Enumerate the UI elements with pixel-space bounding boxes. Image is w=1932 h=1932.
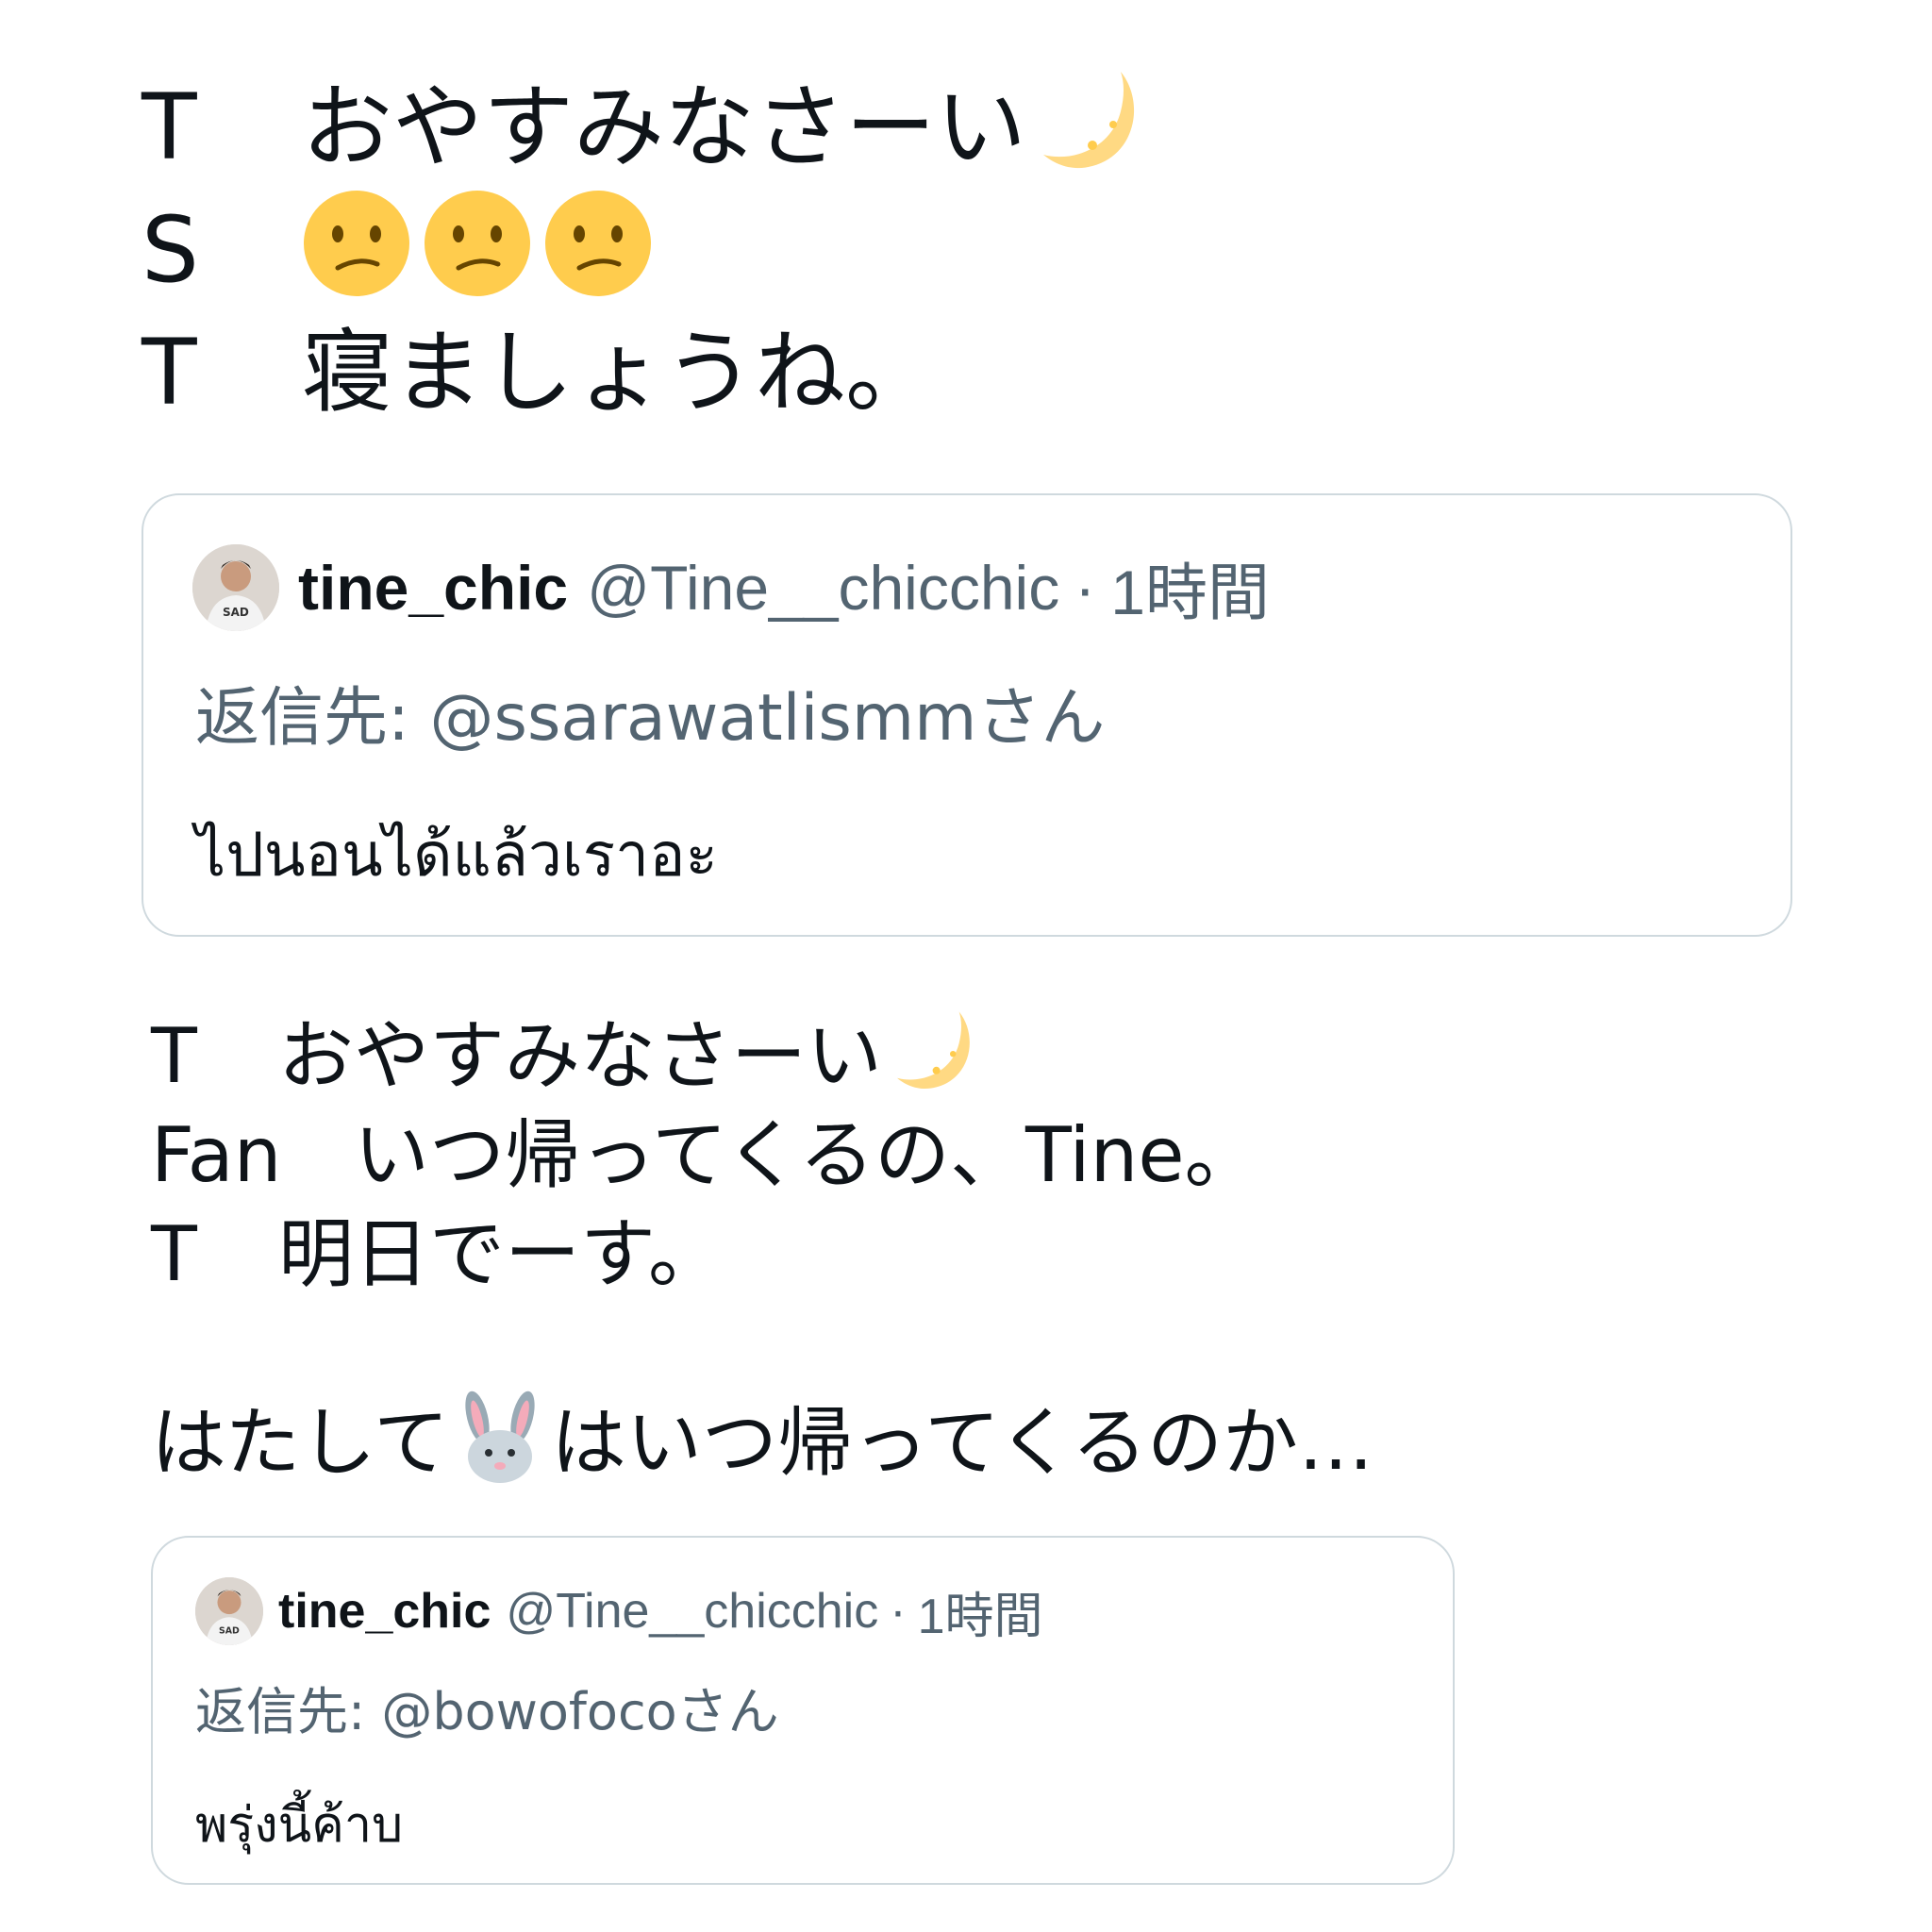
chat-line-2: S: [142, 190, 664, 307]
author-name[interactable]: tine_chic: [298, 552, 568, 624]
quoted-tweet-card[interactable]: SAD tine_chic @Tine__chicchic · 1時間 返信先:…: [142, 493, 1792, 937]
message-text: おやすみなさーい: [302, 75, 1026, 180]
closing-text-after: はいつ帰ってくるのか…: [551, 1399, 1374, 1487]
speaker-label: T: [151, 1210, 197, 1298]
speaker-label: T: [142, 320, 197, 425]
reply-info: 返信先: @bowofocoさん: [195, 1670, 779, 1744]
svg-text:SAD: SAD: [219, 1625, 240, 1636]
reply-info: 返信先: @ssarawatlismmさん: [195, 665, 1105, 758]
message-text: 明日でーす。: [278, 1210, 724, 1298]
speaker-label: T: [151, 1012, 197, 1100]
timestamp[interactable]: 1時間: [918, 1576, 1043, 1647]
closing-text-before: はたして: [151, 1399, 449, 1487]
crescent-moon-icon: [890, 1006, 980, 1108]
timestamp[interactable]: 1時間: [1110, 542, 1270, 633]
reply-prefix: 返信先:: [195, 681, 409, 756]
author-name[interactable]: tine_chic: [278, 1583, 491, 1640]
speaker-label: T: [142, 75, 197, 180]
tweet-body: พรุ่งนี้ค้าบ: [195, 1797, 404, 1854]
svg-text:SAD: SAD: [223, 606, 249, 619]
confused-face-icon: [423, 189, 532, 312]
tweet-header: SAD tine_chic @Tine__chicchic · 1時間: [195, 1575, 1042, 1647]
rabbit-face-icon: [455, 1391, 545, 1497]
reply-to-link[interactable]: @ssarawatlismmさん: [430, 681, 1106, 756]
chat-line-6: T 明日でーす。: [151, 1208, 724, 1302]
chat-line-5: Fan いつ帰ってくるの、Tine。: [151, 1108, 1260, 1203]
message-text: いつ帰ってくるの、Tine。: [354, 1111, 1260, 1199]
chat-line-4: T おやすみなさーい: [151, 1009, 980, 1104]
closing-line: はたして はいつ帰ってくるのか…: [151, 1387, 1374, 1500]
confused-face-icon: [302, 189, 411, 312]
message-text: おやすみなさーい: [278, 1012, 882, 1100]
author-handle[interactable]: @Tine__chicchic: [506, 1583, 878, 1640]
avatar[interactable]: SAD: [195, 1577, 263, 1645]
confused-face-icon: [543, 189, 653, 312]
chat-line-1: T おやすみなさーい: [142, 71, 1147, 180]
speaker-label: S: [142, 197, 199, 303]
separator-dot: ·: [1074, 553, 1096, 623]
tweet-body: ไปนอนได้แล้วเราอะ: [195, 821, 718, 891]
reply-to-link[interactable]: @bowofocoさん: [381, 1682, 778, 1741]
tweet-header: SAD tine_chic @Tine__chicchic · 1時間: [192, 542, 1270, 633]
chat-line-3: T 寝ましょうね。: [142, 321, 936, 425]
crescent-moon-icon: [1034, 64, 1147, 192]
author-handle[interactable]: @Tine__chicchic: [587, 552, 1059, 624]
speaker-label: Fan: [151, 1111, 282, 1199]
avatar[interactable]: SAD: [192, 544, 279, 631]
reply-prefix: 返信先:: [195, 1682, 366, 1741]
separator-dot: ·: [890, 1584, 907, 1639]
quoted-tweet-card[interactable]: SAD tine_chic @Tine__chicchic · 1時間 返信先:…: [151, 1536, 1455, 1885]
message-text: 寝ましょうね。: [302, 320, 936, 425]
